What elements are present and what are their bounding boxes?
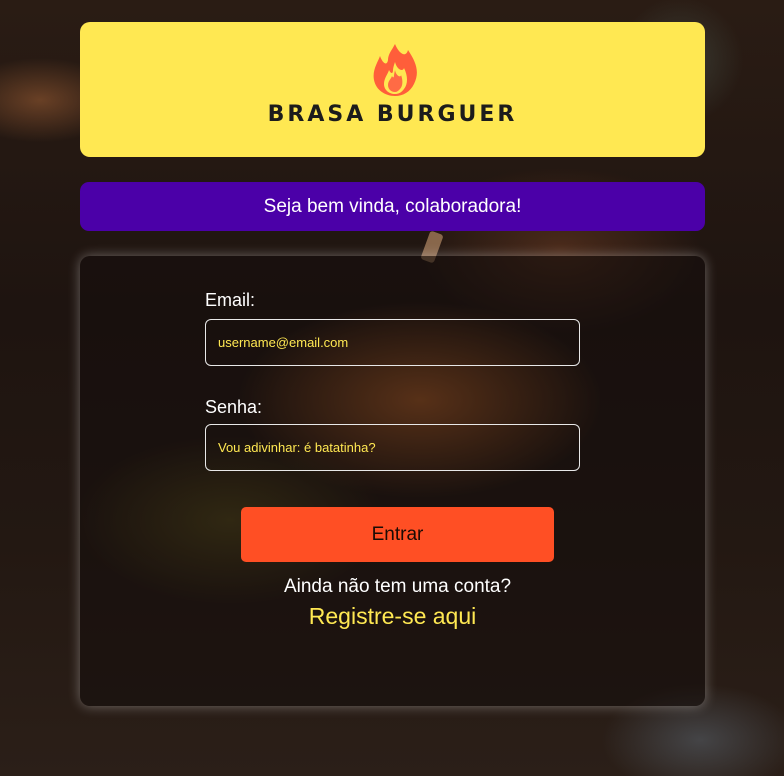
flame-icon — [373, 44, 417, 96]
welcome-text: Seja bem vinda, colaboradora! — [263, 195, 522, 217]
password-field[interactable] — [205, 424, 580, 471]
enter-button[interactable]: Entrar — [241, 507, 554, 562]
email-label: Email: — [205, 290, 256, 310]
register-link[interactable]: Registre-se aqui — [80, 603, 705, 630]
no-account-text: Ainda não tem uma conta? — [283, 576, 512, 597]
email-field[interactable] — [205, 319, 580, 366]
welcome-banner: Seja bem vinda, colaboradora! — [80, 182, 705, 231]
brand-name: BRASA BURGUER — [267, 102, 518, 127]
password-label: Senha: — [205, 397, 263, 417]
